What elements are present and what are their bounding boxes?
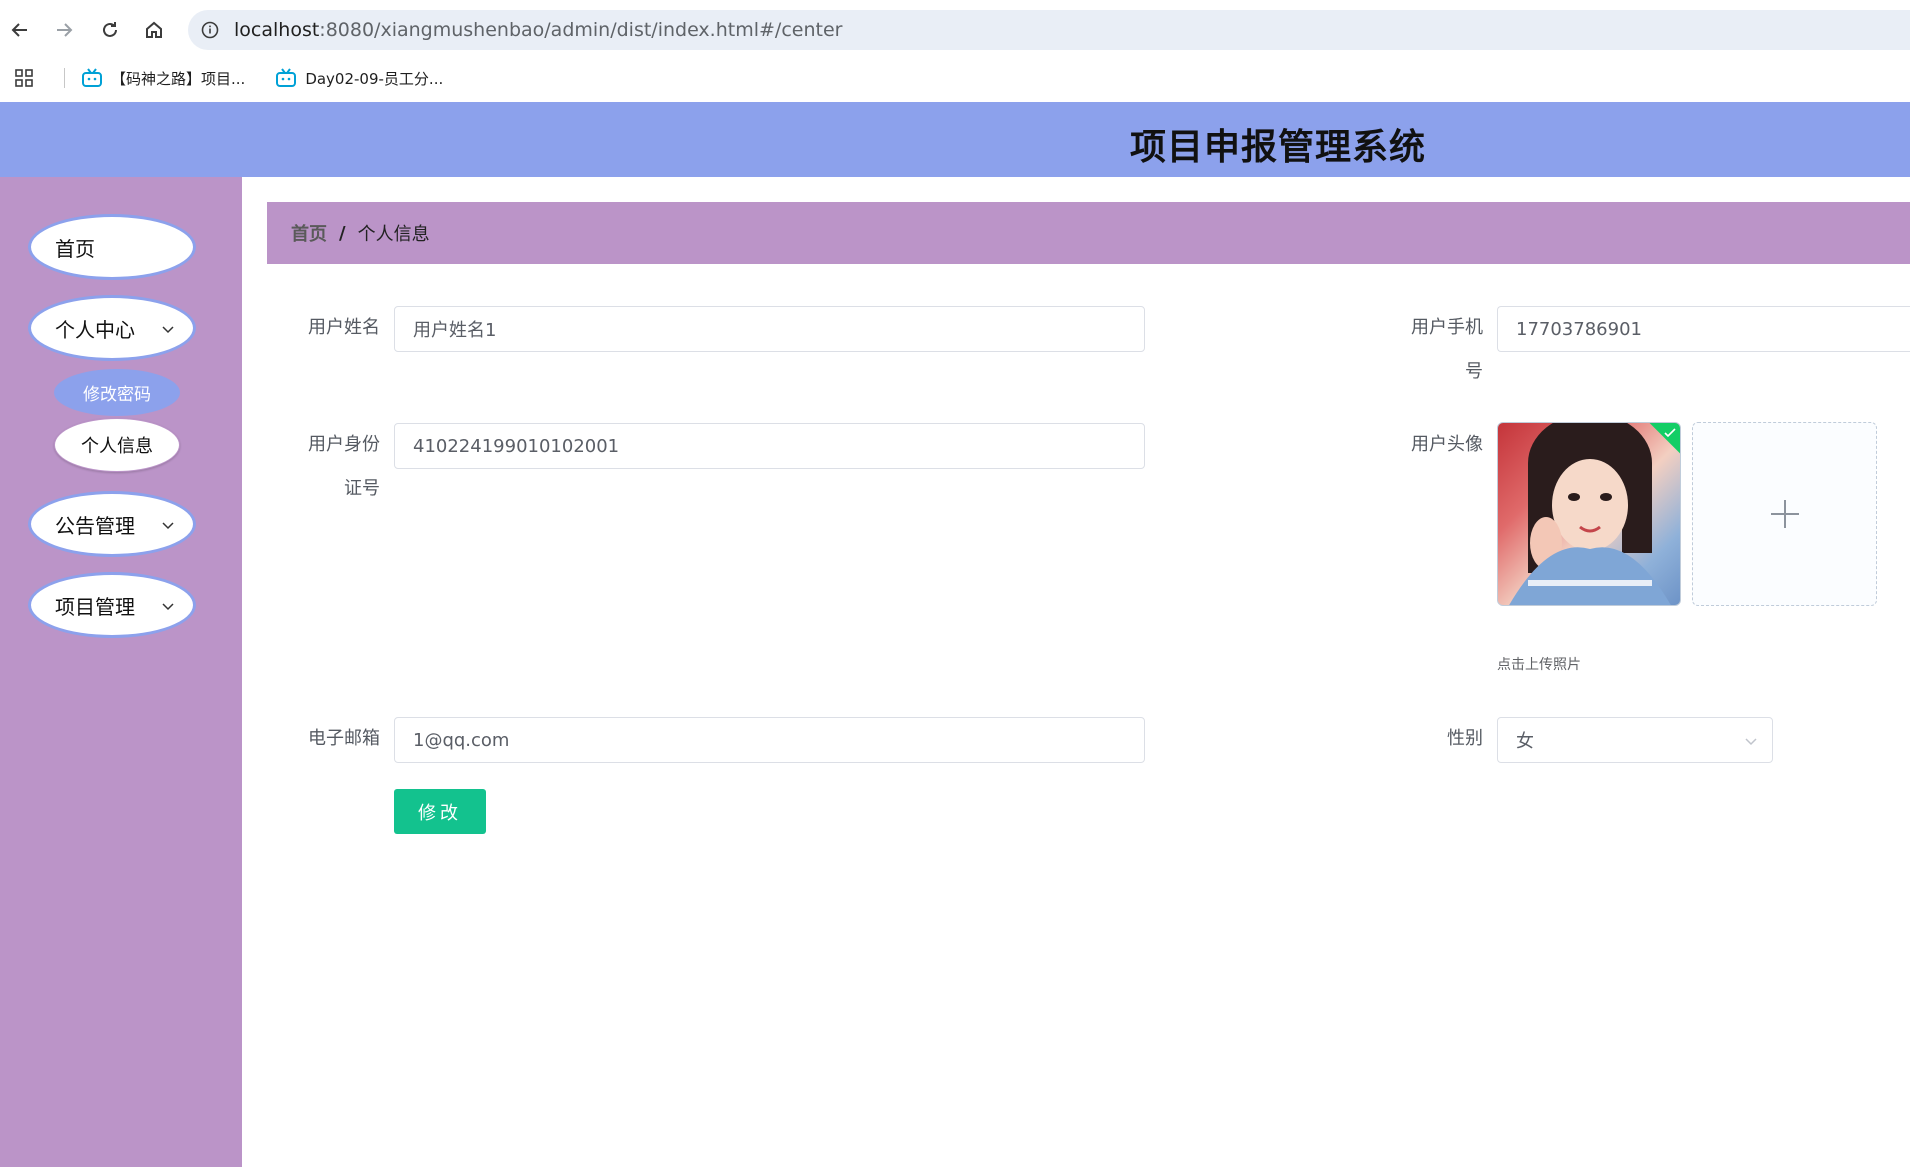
back-arrow-icon bbox=[11, 23, 27, 37]
breadcrumb-separator: / bbox=[339, 222, 346, 244]
sidebar: 首页 个人中心 公告管理 项目管理 bbox=[0, 177, 242, 1167]
sidebar-item-projects[interactable]: 项目管理 bbox=[28, 572, 196, 638]
site-info-icon[interactable] bbox=[200, 20, 220, 40]
app-title: 项目申报管理系统 bbox=[1130, 127, 1427, 168]
reload-icon bbox=[103, 22, 117, 37]
bookmark-label: Day02-09-员工分... bbox=[305, 69, 444, 88]
sidebar-item-label: 个人中心 bbox=[55, 317, 135, 342]
bookmarks-bar: 【码神之路】项目... Day02-09-员工分... bbox=[0, 58, 1910, 98]
phone-input[interactable]: 17703786901 bbox=[1497, 306, 1910, 352]
bookmark-item[interactable]: Day02-09-员工分... bbox=[275, 67, 443, 89]
breadcrumb-current: 个人信息 bbox=[357, 224, 430, 245]
name-value: 用户姓名1 bbox=[413, 320, 497, 341]
sidebar-item-label: 公告管理 bbox=[55, 513, 135, 538]
forward-arrow-icon bbox=[57, 23, 73, 37]
phone-label-line2: 号 bbox=[1465, 361, 1483, 382]
avatar-label: 用户头像 bbox=[1411, 434, 1483, 455]
gender-select[interactable]: 女 bbox=[1497, 717, 1773, 763]
home-icon bbox=[146, 21, 162, 38]
plus-icon bbox=[1770, 500, 1799, 528]
sidebar-item-home[interactable]: 首页 bbox=[28, 214, 196, 280]
id-number-input[interactable]: 410224199010102001 bbox=[394, 423, 1145, 469]
id-number-label: 用户身份 证号 bbox=[290, 423, 380, 511]
sidebar-subitem-change-password[interactable]: 修改密码 bbox=[54, 369, 180, 416]
app-header bbox=[0, 102, 1910, 177]
sidebar-item-personal-center[interactable]: 个人中心 bbox=[28, 295, 196, 361]
check-icon bbox=[1664, 428, 1676, 438]
chevron-down-icon bbox=[162, 326, 174, 334]
phone-label: 用户手机 号 bbox=[1380, 306, 1483, 394]
phone-label-line1: 用户手机 bbox=[1411, 317, 1483, 338]
submit-button[interactable]: 修改 bbox=[394, 789, 486, 834]
email-label: 电子邮箱 bbox=[308, 728, 380, 749]
gender-value: 女 bbox=[1516, 731, 1534, 752]
bookmark-label: 【码神之路】项目... bbox=[111, 69, 246, 88]
bilibili-tv-icon bbox=[275, 67, 297, 89]
name-input[interactable]: 用户姓名1 bbox=[394, 306, 1145, 352]
email-input[interactable]: 1@qq.com bbox=[394, 717, 1145, 763]
bookmarks-divider bbox=[64, 68, 65, 88]
forward-button[interactable] bbox=[48, 14, 80, 46]
chevron-down-icon bbox=[162, 603, 174, 611]
chevron-down-icon bbox=[162, 522, 174, 530]
home-button[interactable] bbox=[138, 14, 170, 46]
sidebar-subitem-label: 修改密码 bbox=[83, 385, 151, 405]
reload-button[interactable] bbox=[94, 14, 126, 46]
url-host: localhost bbox=[234, 19, 320, 41]
bookmark-item[interactable]: 【码神之路】项目... bbox=[81, 67, 245, 89]
breadcrumb-home[interactable]: 首页 bbox=[291, 220, 327, 246]
breadcrumb: 首页 / 个人信息 bbox=[267, 202, 1910, 264]
phone-value: 17703786901 bbox=[1516, 318, 1642, 340]
gender-label: 性别 bbox=[1447, 728, 1483, 749]
sidebar-item-label: 首页 bbox=[55, 236, 95, 261]
avatar-upload-button[interactable] bbox=[1692, 422, 1877, 606]
back-button[interactable] bbox=[4, 14, 36, 46]
sidebar-item-label: 项目管理 bbox=[55, 594, 135, 619]
sidebar-item-announcements[interactable]: 公告管理 bbox=[28, 491, 196, 557]
name-label: 用户姓名 bbox=[308, 317, 380, 338]
id-number-value: 410224199010102001 bbox=[413, 435, 620, 457]
sidebar-subitem-label: 个人信息 bbox=[81, 436, 153, 457]
portrait-photo-icon bbox=[1509, 423, 1671, 605]
chevron-down-icon bbox=[1745, 738, 1757, 746]
id-label-line1: 用户身份 bbox=[308, 434, 380, 455]
upload-tip: 点击上传照片 bbox=[1497, 657, 1581, 673]
address-bar[interactable]: localhost:8080/xiangmushenbao/admin/dist… bbox=[188, 10, 1910, 50]
sidebar-subitem-personal-info[interactable]: 个人信息 bbox=[54, 418, 180, 472]
avatar-image[interactable] bbox=[1497, 422, 1681, 606]
id-label-line2: 证号 bbox=[344, 478, 380, 499]
bilibili-tv-icon bbox=[81, 67, 103, 89]
url-text: localhost:8080/xiangmushenbao/admin/dist… bbox=[234, 19, 842, 41]
url-path: :8080/xiangmushenbao/admin/dist/index.ht… bbox=[319, 19, 843, 41]
apps-grid-icon[interactable] bbox=[14, 68, 34, 88]
email-value: 1@qq.com bbox=[413, 729, 510, 751]
browser-toolbar: localhost:8080/xiangmushenbao/admin/dist… bbox=[0, 0, 1910, 102]
